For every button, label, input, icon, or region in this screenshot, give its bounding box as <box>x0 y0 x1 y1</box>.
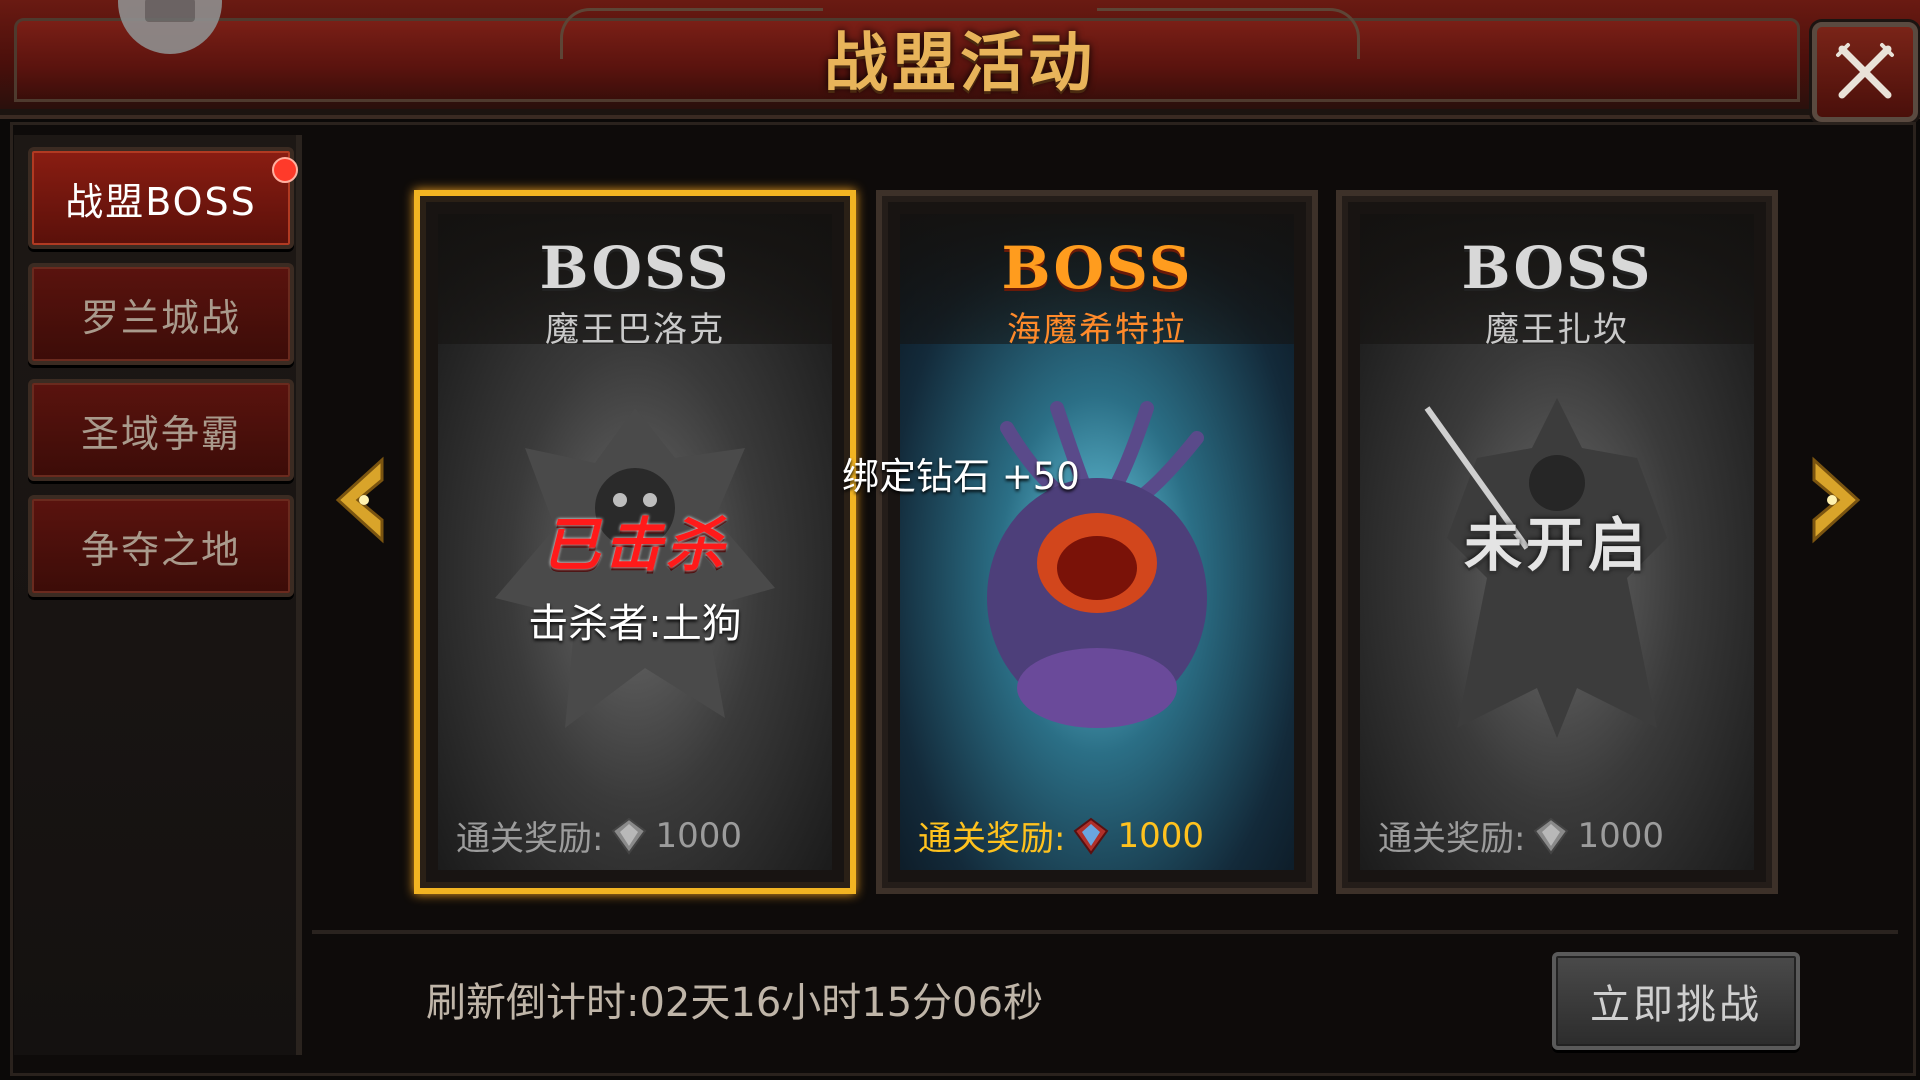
sidebar-item-label: 圣域争霸 <box>80 411 241 456</box>
boss-card-hydra[interactable]: BOSS 海魔希特拉 通关奖励: 1000 <box>876 190 1318 894</box>
diamond-gem-icon <box>1534 817 1569 855</box>
boss-name: 魔王巴洛克 <box>545 310 725 350</box>
reward-value: 1000 <box>1117 815 1204 856</box>
boss-label: BOSS <box>1461 234 1653 302</box>
close-x-icon <box>1836 43 1894 99</box>
sidebar-item-label: 争夺之地 <box>80 527 241 572</box>
sidebar-item-alliance-boss[interactable]: 战盟BOSS <box>28 147 298 249</box>
locked-status: 未开启 <box>1463 511 1650 579</box>
boss-name: 魔王扎坎 <box>1485 310 1629 350</box>
challenge-now-button[interactable]: 立即挑战 <box>1552 952 1800 1050</box>
window-header: 战盟活动 <box>0 0 1920 119</box>
sidebar-item-roland-siege[interactable]: 罗兰城战 <box>28 263 294 365</box>
activity-sidebar: 战盟BOSS 罗兰城战 圣域争霸 争夺之地 <box>14 135 302 1055</box>
boss-header: BOSS 魔王巴洛克 <box>438 214 832 350</box>
boss-card-baroque[interactable]: BOSS 魔王巴洛克 已击杀 击杀者:土狗 通关奖励: 1000 <box>414 190 856 894</box>
boss-name: 海魔希特拉 <box>1007 310 1187 350</box>
reward-label: 通关奖励: <box>1378 819 1526 859</box>
assist-icon <box>145 0 195 22</box>
killed-status: 已击杀 <box>541 511 728 579</box>
notification-dot <box>272 157 298 183</box>
boss-card-zakan[interactable]: BOSS 魔王扎坎 未开启 通关奖励: 1000 <box>1336 190 1778 894</box>
clear-reward: 通关奖励: 1000 <box>1378 811 1664 860</box>
boss-label: BOSS <box>1001 234 1193 302</box>
boss-header: BOSS 魔王扎坎 <box>1360 214 1754 350</box>
chevron-left-icon <box>335 456 384 544</box>
boss-header: BOSS 海魔希特拉 <box>900 214 1294 350</box>
diamond-gem-icon <box>612 817 647 855</box>
chevron-right-icon <box>1812 456 1861 544</box>
boss-label: BOSS <box>539 234 731 302</box>
close-button[interactable] <box>1812 22 1918 122</box>
boss-creature-image <box>987 401 1207 729</box>
page-title: 战盟活动 <box>824 27 1096 101</box>
prev-arrow-button[interactable] <box>332 456 386 544</box>
footer-divider <box>312 930 1898 934</box>
reward-value: 1000 <box>655 815 742 856</box>
next-arrow-button[interactable] <box>1810 456 1864 544</box>
reward-value: 1000 <box>1577 815 1664 856</box>
diamond-gem-icon <box>1074 817 1109 855</box>
sidebar-item-contested-land[interactable]: 争夺之地 <box>28 495 294 597</box>
reward-label: 通关奖励: <box>456 819 604 859</box>
sidebar-item-label: 战盟BOSS <box>65 179 257 224</box>
clear-reward: 通关奖励: 1000 <box>456 811 742 860</box>
sidebar-item-label: 罗兰城战 <box>80 295 241 340</box>
reward-label: 通关奖励: <box>918 819 1066 859</box>
sidebar-item-sanctuary-war[interactable]: 圣域争霸 <box>28 379 294 481</box>
clear-reward: 通关奖励: 1000 <box>918 811 1204 860</box>
killer-name: 击杀者:土狗 <box>528 601 742 647</box>
floating-reward-text: 绑定钻石 +50 <box>842 455 1080 498</box>
refresh-countdown: 刷新倒计时:02天16小时15分06秒 <box>426 980 1044 1026</box>
